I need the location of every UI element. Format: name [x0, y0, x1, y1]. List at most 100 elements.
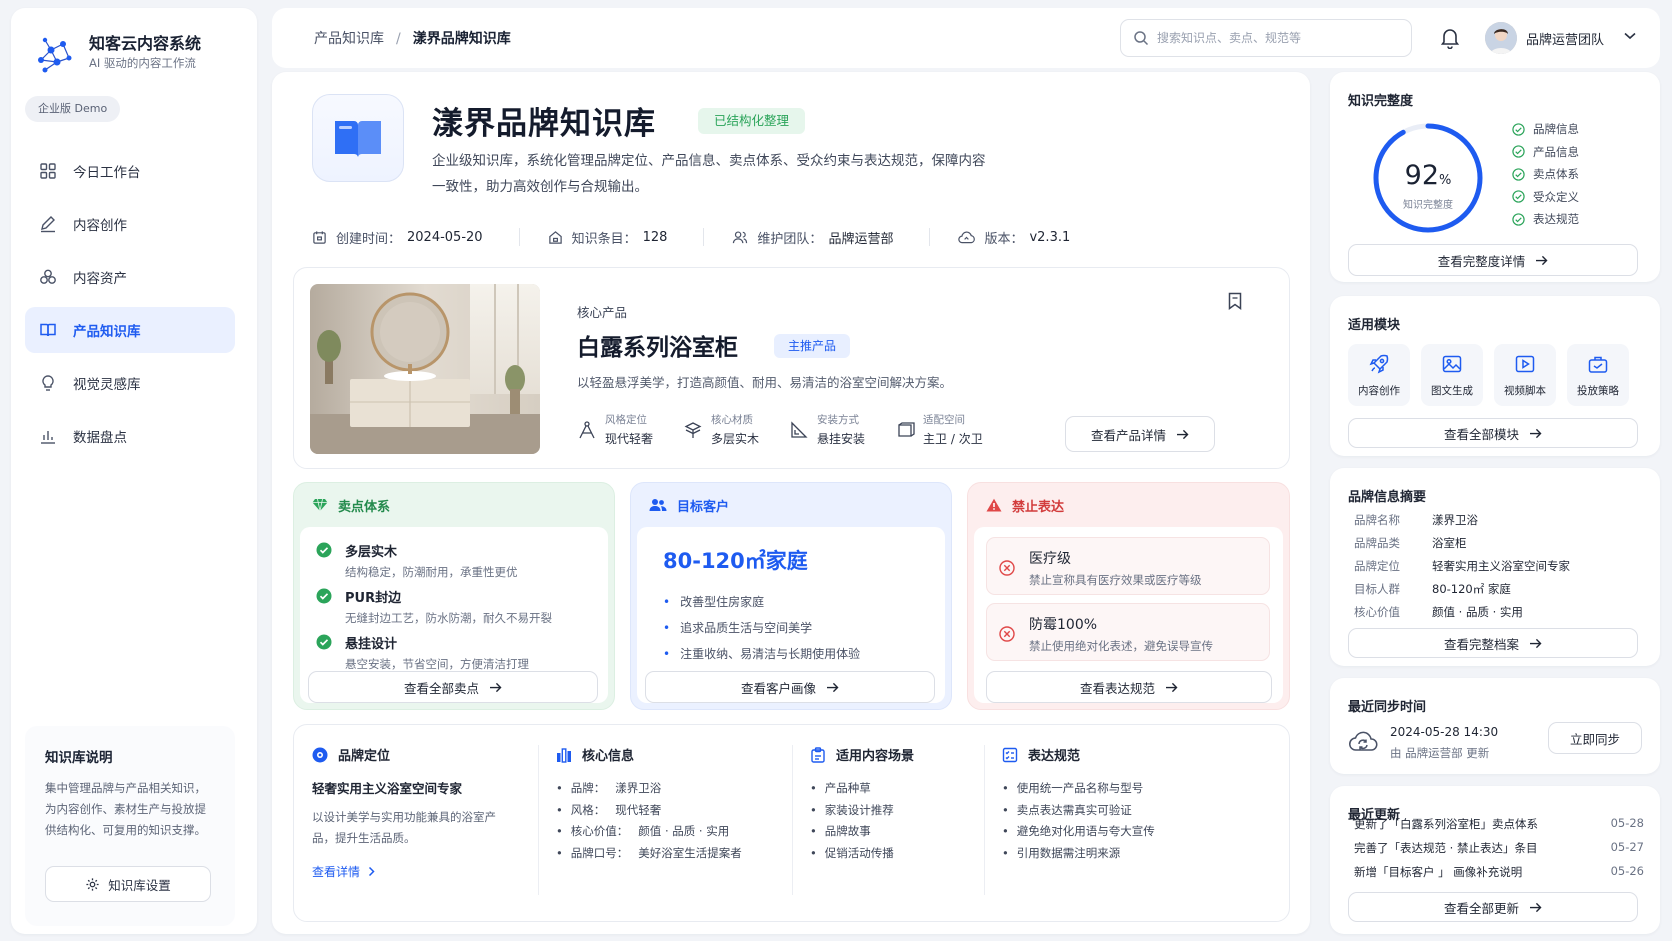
forbidden-item: 医疗级 禁止宣称具有医疗效果或医疗等级 — [986, 537, 1270, 595]
customer-profile-button[interactable]: 查看客户画像 — [645, 671, 935, 703]
sidebar-item-workbench[interactable]: 今日工作台 — [25, 148, 235, 194]
card-title: 适用模块 — [1348, 318, 1401, 333]
expression-rules-button[interactable]: 查看表达规范 — [986, 671, 1272, 703]
product-description: 以轻盈悬浮美学，打造高颜值、耐用、易清洁的浴室空间解决方案。 — [577, 375, 953, 390]
sidebar-item-label: 数据盘点 — [73, 430, 127, 446]
arrow-right-icon — [1530, 428, 1542, 438]
breadcrumb-parent[interactable]: 产品知识库 — [314, 31, 384, 47]
section-heading: 适用内容场景 — [810, 745, 914, 764]
sidebar-item-data-review[interactable]: 数据盘点 — [25, 413, 235, 459]
update-text: 完善了「表达规范 · 禁止表达」条目 — [1354, 841, 1538, 855]
selling-points-card: 卖点体系 多层实木 结构稳定，防潮耐用，承重性更优 PUR封边 无缝封边工艺，防水防… — [293, 482, 615, 710]
module-ad-strategy[interactable]: 投放策略 — [1567, 344, 1629, 406]
chevron-down-icon[interactable] — [1624, 32, 1636, 40]
attr-key: 安装方式 — [817, 414, 860, 426]
core-info-list: 品牌： 漾界卫浴 风格： 现代轻奢 核心价值： 颜值 · 品质 · 实用 品牌口号： 美… — [556, 778, 742, 864]
sidebar: 知客云内容系统 AI 驱动的内容工作流 企业版 Demo 今日工作台 内容创作 … — [11, 8, 257, 934]
check-label: 产品信息 — [1533, 144, 1579, 159]
button-label: 查看产品详情 — [1090, 427, 1166, 443]
meta-entries: 知识条目： 128 — [548, 228, 705, 247]
tile-label: 图文生成 — [1431, 384, 1473, 397]
avatar[interactable] — [1485, 22, 1517, 54]
update-text: 更新了「白露系列浴室柜」卖点体系 — [1354, 817, 1538, 831]
diamond-icon — [312, 498, 328, 512]
bar-chart-icon — [557, 747, 571, 763]
module-video-script[interactable]: 视频脚本 — [1494, 344, 1556, 406]
forbidden-body: 医疗级 禁止宣称具有医疗效果或医疗等级 防霉100% 禁止使用绝对化表述，避免误… — [974, 527, 1283, 703]
grid-icon — [40, 163, 56, 179]
product-photo — [310, 284, 540, 454]
list-item: 核心价值： 颜值 · 品质 · 实用 — [556, 821, 742, 843]
breadcrumb-separator: / — [396, 31, 401, 47]
sidebar-item-visual-inspiration[interactable]: 视觉灵感库 — [25, 360, 235, 406]
product-detail-button[interactable]: 查看产品详情 — [1065, 416, 1215, 452]
forbidden-expressions-card: 禁止表达 医疗级 禁止宣称具有医疗效果或医疗等级 防霉100% 禁止使用绝对化表… — [967, 482, 1290, 710]
sidebar-item-content-assets[interactable]: 内容资产 — [25, 254, 235, 300]
check-label: 品牌信息 — [1533, 122, 1579, 137]
all-updates-button[interactable]: 查看全部更新 — [1348, 892, 1638, 922]
list-item: 受众定义 — [1512, 186, 1579, 209]
search-box[interactable] — [1120, 19, 1412, 57]
summary-row: 核心价值 颜值 · 品质 · 实用 — [1354, 604, 1523, 620]
completeness-detail-button[interactable]: 查看完整度详情 — [1348, 244, 1638, 276]
update-text: 新增「目标客户 」 画像补充说明 — [1354, 865, 1523, 879]
divider — [792, 745, 793, 895]
all-modules-button[interactable]: 查看全部模块 — [1348, 418, 1638, 448]
target-customer-title: 目标客户 — [677, 499, 730, 515]
completeness-checklist: 品牌信息 产品信息 卖点体系 受众定义 表达规范 — [1512, 118, 1579, 231]
cloud-sync-icon — [1349, 731, 1378, 751]
sidebar-item-content-creation[interactable]: 内容创作 — [25, 201, 235, 247]
attr-material: 核心材质 多层实木 — [683, 412, 759, 447]
arrow-right-icon — [1536, 255, 1548, 265]
edition-badge: 企业版 Demo — [25, 96, 121, 122]
section-heading: 品牌定位 — [312, 745, 502, 764]
check-circle-icon — [1512, 123, 1525, 136]
meta-value: 品牌运营部 — [828, 231, 894, 247]
list-item: 改善型住房家庭 — [663, 589, 860, 615]
completeness-unit: % — [1439, 173, 1452, 188]
sidebar-item-product-kb[interactable]: 产品知识库 — [25, 307, 235, 353]
sidebar-item-label: 内容资产 — [73, 271, 127, 287]
search-input[interactable] — [1157, 31, 1397, 45]
button-label: 查看表达规范 — [1079, 680, 1155, 696]
forbidden-desc: 禁止使用绝对化表述，避免误导宣传 — [1029, 639, 1213, 653]
list-item: 产品种草 — [810, 778, 914, 800]
meta-value: 2024-05-20 — [407, 229, 483, 245]
arrow-right-icon — [1530, 638, 1542, 648]
notification-bell-icon[interactable] — [1440, 27, 1460, 49]
core-product-card: 核心产品 白露系列浴室柜 主推产品 以轻盈悬浮美学，打造高颜值、耐用、易清洁的浴… — [293, 267, 1290, 469]
divider — [538, 745, 539, 895]
module-content-creation[interactable]: 内容创作 — [1348, 344, 1410, 406]
all-selling-points-button[interactable]: 查看全部卖点 — [308, 671, 598, 703]
arrow-right-icon — [1530, 902, 1542, 912]
bookmark-icon[interactable] — [1227, 292, 1243, 310]
button-label: 查看完整档案 — [1443, 636, 1519, 652]
sidebar-nav: 今日工作台 内容创作 内容资产 产品知识库 视觉灵感库 数据盘点 — [25, 148, 235, 466]
kb-description-text: 集中管理品牌与产品相关知识，为内容创作、素材生产与投放提供结构化、可复用的知识支… — [45, 781, 206, 837]
update-item[interactable]: 更新了「白露系列浴室柜」卖点体系 05-28 — [1354, 816, 1644, 832]
button-label: 查看全部卖点 — [403, 680, 479, 696]
attr-style: 风格定位 现代轻奢 — [577, 412, 653, 447]
positioning-statement: 轻奢实用主义浴室空间专家 — [312, 781, 463, 796]
user-name[interactable]: 品牌运营团队 — [1526, 29, 1604, 48]
gear-icon — [86, 877, 99, 891]
customer-list: 改善型住房家庭 追求品质生活与空间美学 注重收纳、易清洁与长期使用体验 — [663, 589, 860, 667]
module-image-text[interactable]: 图文生成 — [1421, 344, 1483, 406]
meta-label: 创建时间： — [336, 231, 402, 247]
update-item[interactable]: 新增「目标客户 」 画像补充说明 05-26 — [1354, 864, 1644, 880]
sync-now-button[interactable]: 立即同步 — [1548, 722, 1642, 754]
list-item: 品牌故事 — [810, 821, 914, 843]
info-key: 核心价值： — [570, 824, 629, 838]
target-icon — [312, 747, 328, 762]
tile-label: 内容创作 — [1358, 384, 1400, 397]
full-profile-button[interactable]: 查看完整档案 — [1348, 628, 1638, 658]
positioning-detail-link[interactable]: 查看详情 — [312, 863, 502, 880]
kb-settings-label: 知识库设置 — [108, 877, 171, 893]
update-item[interactable]: 完善了「表达规范 · 禁止表达」条目 05-27 — [1354, 840, 1644, 856]
info-key: 风格： — [570, 802, 606, 817]
forbidden-term: 医疗级 — [1029, 551, 1071, 567]
expression-rules-section: 表达规范 使用统一产品名称与型号 卖点表达需真实可验证 避免绝对化用语与夸大宣传… — [1002, 745, 1155, 864]
summary-key: 品牌名称 — [1354, 513, 1400, 527]
section-title: 适用内容场景 — [836, 749, 915, 764]
kb-settings-button[interactable]: 知识库设置 — [45, 866, 211, 902]
